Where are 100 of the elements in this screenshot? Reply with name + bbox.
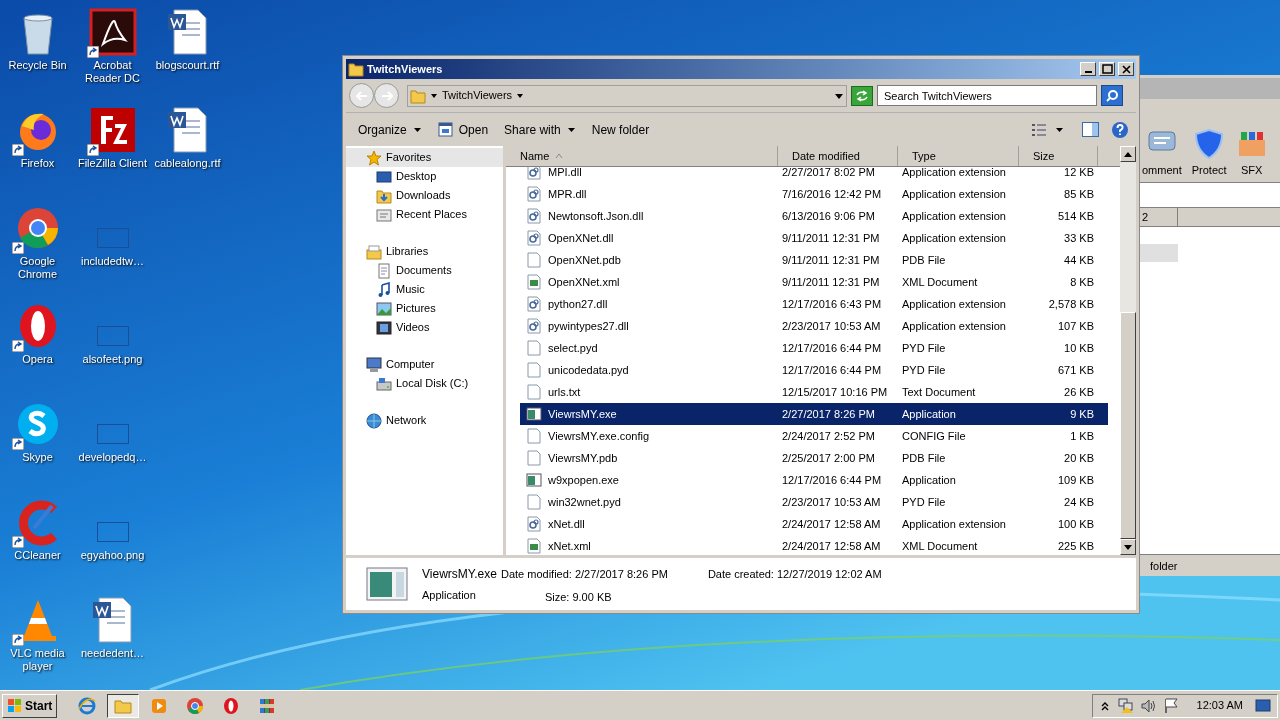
table-cell-text: Application extension [901,296,1007,312]
table-cell-text: 9/11/2011 12:31 PM [781,252,881,268]
toolbar-button[interactable]: Protect [1191,161,1227,178]
sidebar-item[interactable]: Downloads [346,186,503,205]
desktop-icon-label[interactable]: Firefox [0,157,75,170]
table-cell-text: 100 KB [1056,516,1094,532]
file-row[interactable]: OpenXNet.dll 9/11/2011 12:31 PM Application extension 33 KB [520,227,1108,249]
file-icon [526,450,542,466]
file-icon [526,428,542,444]
desktop-icon-label[interactable]: egyahoo.png [75,549,150,562]
desktop-icon-label[interactable]: alsofeet.png [75,353,150,366]
blank-file-icon [96,424,129,444]
toolbar-button[interactable]: Share with [498,117,582,142]
table-cell-text: 20 KB [1063,450,1094,466]
file-name: ViewrsMY.exe [422,565,497,583]
show-desktop-icon [1255,697,1271,714]
file-row[interactable]: xNet.xml 2/24/2017 12:58 AM XML Document 225 KB [520,535,1108,555]
close-button[interactable] [1118,62,1134,76]
sidebar-item[interactable]: Desktop [346,167,503,186]
preview-pane-button[interactable] [1080,119,1100,140]
column-header[interactable]: Name [506,146,778,166]
play-icon [150,696,169,715]
picture-icon [376,300,392,317]
search-button[interactable] [1101,85,1123,106]
table-cell-text: 2/27/2017 8:26 PM [781,406,876,422]
help-button[interactable] [1110,119,1130,140]
selection-bar [1140,244,1178,262]
minimize-button[interactable] [1080,62,1096,76]
table-cell-text: 2/27/2017 8:02 PM [781,167,876,180]
desktop-icon-label[interactable]: Opera [0,353,75,366]
desktop-icon-label[interactable]: Google Chrome [0,255,75,281]
maximize-button[interactable] [1099,62,1115,76]
file-row[interactable]: urls.txt 12/15/2017 10:16 PM Text Document 26 KB [520,381,1108,403]
desktop-icon-label[interactable]: blogscourt.rtf [150,59,225,72]
table-cell-text: XML Document [901,274,979,290]
folder-icon [348,61,364,77]
file-name: w9xpopen.exe [548,472,619,488]
sidebar-item[interactable]: Music [346,280,503,299]
toolbar-button[interactable]: omment [1142,161,1182,178]
desktop-icon-label[interactable]: Recycle Bin [0,59,75,72]
refresh-button[interactable] [851,85,873,106]
star-icon [366,149,382,166]
flag-icon [1162,697,1179,714]
taskbar-button[interactable] [107,693,140,718]
sidebar-item[interactable]: Computer [346,355,503,374]
sidebar-item[interactable]: Videos [346,318,503,337]
caret-icon [566,125,576,134]
toolbar-button[interactable]: Organize [352,117,428,142]
table-cell-text: 2/24/2017 12:58 AM [781,538,882,554]
column-header[interactable]: Size [1019,146,1098,166]
file-row[interactable]: OpenXNet.xml 9/11/2011 12:31 PM XML Document 8 KB [520,271,1108,293]
file-row[interactable]: ViewrsMY.pdb 2/25/2017 2:00 PM PDB File 20 KB [520,447,1108,469]
desktop-icon-label[interactable]: Skype [0,451,75,464]
desktop-icon-label[interactable]: FileZilla Client [75,157,150,170]
table-cell-text: 2/25/2017 2:00 PM [781,450,876,466]
table-cell-text: PYD File [901,340,947,356]
file-row[interactable]: w9xpopen.exe 12/17/2016 6:44 PM Application 109 KB [520,469,1108,491]
column-header[interactable]: Type [898,146,1019,166]
start-button[interactable]: Start [2,693,58,718]
breadcrumb[interactable]: TwitchViewers [442,87,513,104]
window-icon [437,122,453,137]
scrollbar[interactable] [1120,146,1136,555]
table-cell-text: Application extension [901,208,1007,224]
sidebar-item[interactable]: Favorites [346,148,503,167]
sidebar-item[interactable]: Recent Places [346,205,503,224]
table-cell-text: 514 KB [1056,208,1094,224]
desktop-icon-label[interactable]: cablealong.rtf [150,157,225,170]
sidebar-item[interactable]: Libraries [346,242,503,261]
sidebar-item[interactable]: Network [346,411,503,430]
desktop-icon-label[interactable]: developedq… [75,451,150,464]
toolbar-button[interactable]: New folder [585,117,656,142]
desktop-icon-label[interactable]: CCleaner [0,549,75,562]
toolbar-button[interactable]: Open [431,117,495,142]
file-row[interactable]: unicodedata.pyd 12/17/2016 6:44 PM PYD File 671 KB [520,359,1108,381]
file-row[interactable]: pywintypes27.dll 2/23/2017 10:53 AM Application extension 107 KB [520,315,1108,337]
file-row[interactable]: ViewrsMY.exe 2/27/2017 8:26 PM Application 9 KB [520,403,1108,425]
table-cell-text: 12/17/2016 6:43 PM [781,296,883,312]
refresh-icon [855,89,869,102]
toolbar-button[interactable]: SFX [1240,161,1263,178]
file-row[interactable]: xNet.dll 2/24/2017 12:58 AM Application extension 100 KB [520,513,1108,535]
column-header[interactable]: Date modified [778,146,898,166]
sidebar-item[interactable]: Documents [346,261,503,280]
shield-icon [1194,127,1225,160]
address-bar[interactable]: TwitchViewers [407,84,847,107]
file-row[interactable]: MPI.dll 2/27/2017 8:02 PM Application extension 12 KB [520,167,1108,183]
file-row[interactable]: select.pyd 12/17/2016 6:44 PM PYD File 10 KB [520,337,1108,359]
sidebar-item[interactable]: Local Disk (C:) [346,374,503,393]
file-row[interactable]: python27.dll 12/17/2016 6:43 PM Application extension 2,578 KB [520,293,1108,315]
file-row[interactable]: OpenXNet.pdb 9/11/2011 12:31 PM PDB File 44 KB [520,249,1108,271]
sidebar-item[interactable]: Pictures [346,299,503,318]
desktop-icon-label[interactable]: includedtw… [75,255,150,268]
file-row[interactable]: ViewrsMY.exe.config 2/24/2017 2:52 PM CONFIG File 1 KB [520,425,1108,447]
file-row[interactable]: Newtonsoft.Json.dll 6/13/2016 9:06 PM Application extension 514 KB [520,205,1108,227]
file-row[interactable]: win32wnet.pyd 2/23/2017 10:53 AM PYD File 24 KB [520,491,1108,513]
file-row[interactable]: MPR.dll 7/16/2016 12:42 PM Application extension 85 KB [520,183,1108,205]
detail-field: Size: 9.00 KB [500,588,668,605]
table-cell-text: 2,578 KB [1047,296,1094,312]
desktop-icon-label[interactable]: Acrobat Reader DC [75,59,150,85]
table-cell-text: XML Document [901,538,979,554]
search-field[interactable]: Search TwitchViewers [877,85,1097,106]
